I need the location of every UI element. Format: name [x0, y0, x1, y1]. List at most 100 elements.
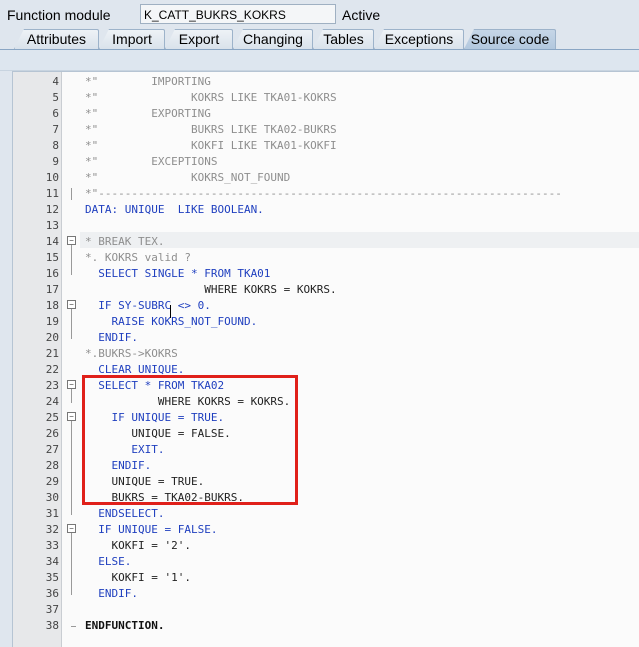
- line-number: 31: [45, 507, 59, 520]
- line-number: 36: [45, 587, 59, 600]
- code-line[interactable]: 37: [13, 602, 639, 618]
- line-number: 33: [45, 539, 59, 552]
- line-number: 35: [45, 571, 59, 584]
- tab-label: Import: [112, 31, 152, 47]
- code-line[interactable]: 10 *" KOKRS_NOT_FOUND: [13, 170, 639, 186]
- line-number: 25: [45, 411, 59, 424]
- code-line[interactable]: 16 SELECT SINGLE * FROM TKA01: [13, 266, 639, 282]
- code-line[interactable]: 6 *" EXPORTING: [13, 106, 639, 122]
- code-line[interactable]: 21 *.BUKRS->KOKRS: [13, 346, 639, 362]
- code-line[interactable]: 38 ENDFUNCTION.: [13, 618, 639, 634]
- code-line[interactable]: 31 ENDSELECT.: [13, 506, 639, 522]
- line-number: 19: [45, 315, 59, 328]
- editor-toolbar: [0, 50, 639, 71]
- source-code-editor[interactable]: − − − − − 4 *" IMPORTING 5 *" KOKRS LIKE TK…: [12, 71, 639, 647]
- code-text: *"--------------------------------------…: [85, 187, 562, 200]
- code-text: *.BUKRS->KOKRS: [85, 347, 178, 360]
- line-number: 18: [45, 299, 59, 312]
- code-text: ELSE.: [85, 555, 132, 568]
- code-line[interactable]: 7 *" BUKRS LIKE TKA02-BUKRS: [13, 122, 639, 138]
- line-number: 28: [45, 459, 59, 472]
- code-text: ENDFUNCTION.: [85, 619, 165, 632]
- line-number: 11: [45, 187, 59, 200]
- line-number: 29: [45, 475, 59, 488]
- code-line[interactable]: 5 *" KOKRS LIKE TKA01-KOKRS: [13, 90, 639, 106]
- code-line[interactable]: 15 *. KOKRS valid ?: [13, 250, 639, 266]
- code-line[interactable]: 17 WHERE KOKRS = KOKRS.: [13, 282, 639, 298]
- code-text: SELECT SINGLE * FROM TKA01: [85, 267, 271, 280]
- code-text: IF SY-SUBRC <> 0.: [85, 299, 211, 312]
- line-number: 10: [45, 171, 59, 184]
- line-number: 9: [52, 155, 59, 168]
- code-text: *" EXPORTING: [85, 107, 211, 120]
- tab-attributes[interactable]: Attributes: [14, 29, 99, 49]
- code-text: KOKFI = '2'.: [85, 539, 191, 552]
- line-number: 22: [45, 363, 59, 376]
- tab-export[interactable]: Export: [165, 29, 233, 49]
- tab-label: Changing: [243, 31, 303, 47]
- code-text: ENDIF.: [85, 587, 138, 600]
- code-text: * BREAK TEX.: [85, 235, 165, 248]
- code-line[interactable]: 12 DATA: UNIQUE LIKE BOOLEAN.: [13, 202, 639, 218]
- tab-import[interactable]: Import: [99, 29, 165, 49]
- tab-tables[interactable]: Tables: [313, 29, 374, 49]
- line-number: 4: [52, 75, 59, 88]
- line-number: 26: [45, 427, 59, 440]
- code-line[interactable]: 8 *" KOKFI LIKE TKA01-KOKFI: [13, 138, 639, 154]
- code-text: *" KOKRS LIKE TKA01-KOKRS: [85, 91, 337, 104]
- code-text: WHERE KOKRS = KOKRS.: [85, 283, 337, 296]
- text-cursor: [170, 305, 171, 318]
- tab-label: Export: [178, 31, 220, 47]
- code-line[interactable]: 20 ENDIF.: [13, 330, 639, 346]
- code-line[interactable]: 18 IF SY-SUBRC <> 0.: [13, 298, 639, 314]
- line-number: 20: [45, 331, 59, 344]
- code-line[interactable]: 9 *" EXCEPTIONS: [13, 154, 639, 170]
- line-number: 8: [52, 139, 59, 152]
- line-number: 32: [45, 523, 59, 536]
- line-number: 13: [45, 219, 59, 232]
- line-number: 14: [45, 235, 59, 248]
- code-line[interactable]: 34 ELSE.: [13, 554, 639, 570]
- line-number: 5: [52, 91, 59, 104]
- code-line[interactable]: 19 RAISE KOKRS_NOT_FOUND.: [13, 314, 639, 330]
- code-line[interactable]: 32 IF UNIQUE = FALSE.: [13, 522, 639, 538]
- code-line[interactable]: 36 ENDIF.: [13, 586, 639, 602]
- tab-label: Attributes: [26, 31, 87, 47]
- line-number: 12: [45, 203, 59, 216]
- code-line[interactable]: 13: [13, 218, 639, 234]
- code-text: RAISE KOKRS_NOT_FOUND.: [85, 315, 258, 328]
- tab-source-code[interactable]: Source code: [464, 29, 556, 49]
- code-line[interactable]: 14 * BREAK TEX.: [13, 234, 639, 250]
- code-text: *" EXCEPTIONS: [85, 155, 218, 168]
- function-module-label: Function module: [7, 7, 111, 23]
- code-line[interactable]: 4 *" IMPORTING: [13, 74, 639, 90]
- line-number: 34: [45, 555, 59, 568]
- code-text: *" KOKRS_NOT_FOUND: [85, 171, 291, 184]
- line-number: 21: [45, 347, 59, 360]
- code-text: DATA: UNIQUE LIKE BOOLEAN.: [85, 203, 264, 216]
- tab-exceptions[interactable]: Exceptions: [374, 29, 464, 49]
- activation-status: Active: [342, 7, 381, 23]
- code-line[interactable]: 33 KOKFI = '2'.: [13, 538, 639, 554]
- line-number: 15: [45, 251, 59, 264]
- line-number: 6: [52, 107, 59, 120]
- line-number: 27: [45, 443, 59, 456]
- function-module-header: Function module K_CATT_BUKRS_KOKRS Activ…: [0, 0, 639, 28]
- code-text: *" BUKRS LIKE TKA02-BUKRS: [85, 123, 337, 136]
- line-number: 30: [45, 491, 59, 504]
- code-text: ENDIF.: [85, 331, 138, 344]
- code-text: KOKFI = '1'.: [85, 571, 191, 584]
- tab-label: Tables: [323, 31, 364, 47]
- line-number: 37: [45, 603, 59, 616]
- line-number: 23: [45, 379, 59, 392]
- code-text: *" KOKFI LIKE TKA01-KOKFI: [85, 139, 337, 152]
- line-number: 7: [52, 123, 59, 136]
- function-module-name-field[interactable]: K_CATT_BUKRS_KOKRS: [140, 4, 336, 24]
- tab-strip: Attributes Import Export Changing Tables…: [0, 28, 639, 51]
- tab-changing[interactable]: Changing: [233, 29, 313, 49]
- code-line[interactable]: 11 *"------------------------------------…: [13, 186, 639, 202]
- code-line[interactable]: 35 KOKFI = '1'.: [13, 570, 639, 586]
- code-text: *. KOKRS valid ?: [85, 251, 191, 264]
- line-number: 16: [45, 267, 59, 280]
- line-number: 24: [45, 395, 59, 408]
